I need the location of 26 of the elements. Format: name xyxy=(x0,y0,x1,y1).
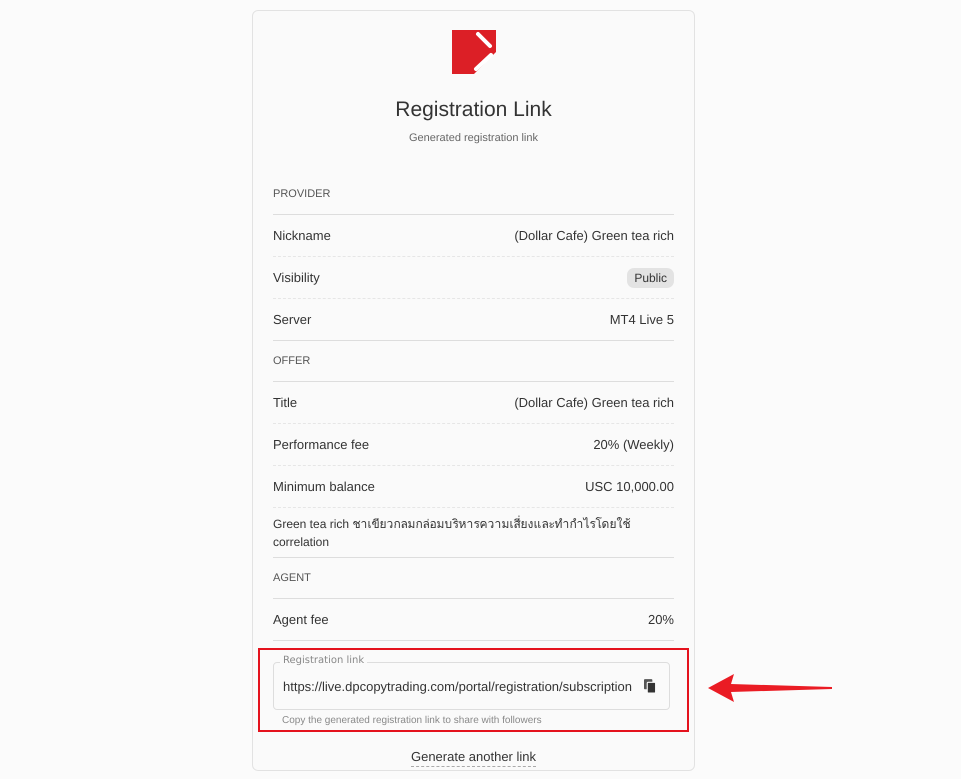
row-value: 20% (Weekly) xyxy=(593,437,674,452)
row-value: 20% xyxy=(648,612,674,627)
page-title: Registration Link xyxy=(394,98,553,122)
copy-icon[interactable] xyxy=(644,678,657,694)
status-badge: Public xyxy=(627,268,674,288)
helper-text: Copy the generated registration link to share with followers xyxy=(282,715,543,726)
row-value: (Dollar Cafe) Green tea rich xyxy=(514,395,674,410)
section-heading: AGENT xyxy=(273,558,674,599)
row-label: Agent fee xyxy=(273,612,329,627)
generate-link[interactable]: Generate another link xyxy=(410,749,536,767)
row-value: MT4 Live 5 xyxy=(610,312,674,327)
row-label: Minimum balance xyxy=(273,479,375,494)
section-heading: OFFER xyxy=(273,341,674,382)
description-text: Green tea rich ชาเขียวกลมกล่อมบริหารความเสี่ยงและทำกำไรโดยใช้ correlation xyxy=(273,514,632,550)
row-value: USC 10,000.00 xyxy=(585,479,674,494)
row-value: (Dollar Cafe) Green tea rich xyxy=(514,228,674,243)
row-label: Visibility xyxy=(273,270,320,285)
row-label: Server xyxy=(273,312,312,327)
row-label: Performance fee xyxy=(273,437,370,452)
section-heading: PROVIDER xyxy=(273,174,674,215)
logo-icon xyxy=(452,30,496,74)
field-value: https://live.dpcopytrading.com/portal/registration/subscription xyxy=(283,678,632,694)
page-subtitle: Generated registration link xyxy=(408,132,539,144)
row-label: Title xyxy=(273,395,298,410)
row-label: Nickname xyxy=(273,228,331,243)
field-label: Registration link xyxy=(280,654,368,668)
